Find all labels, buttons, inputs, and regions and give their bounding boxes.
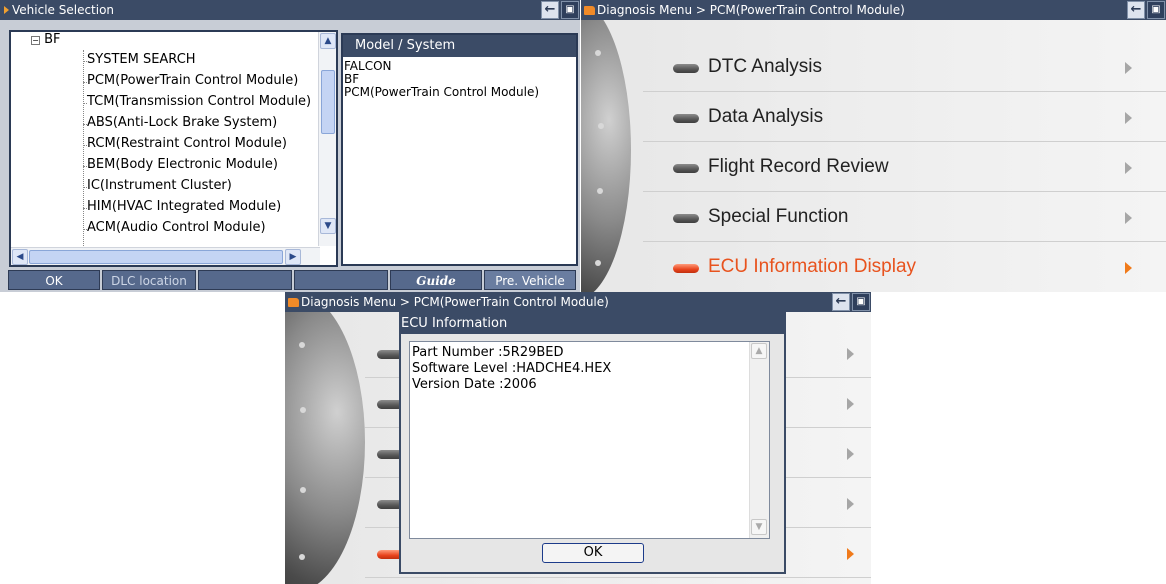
diagnosis-menu-2-titlebar: Diagnosis Menu > PCM(PowerTrain Control … [285,292,871,312]
blank-button-2[interactable] [294,270,388,290]
menu-pill-icon [673,64,699,73]
tree-item[interactable]: RCM(Restraint Control Module) [87,136,287,151]
model-system-box: Model / System FALCON BF PCM(PowerTrain Co… [341,33,578,266]
tree-root[interactable]: − BF [31,32,61,47]
blank-button-1[interactable] [198,270,292,290]
tree-item[interactable]: IC(Instrument Cluster) [87,178,232,193]
ecu-info-line: Software Level :HADCHE4.HEX [412,361,612,376]
menu-item[interactable]: Special Function [643,194,1166,242]
chevron-right-icon [847,498,854,510]
menu-pill-icon [673,164,699,173]
vehicle-selection-title: Vehicle Selection [12,3,115,17]
diagnosis-menu-panel: Diagnosis Menu > PCM(PowerTrain Control … [581,0,1166,292]
menu-item-label: ECU Information Display [708,256,917,277]
model-system-line: PCM(PowerTrain Control Module) [344,85,540,99]
model-system-header: Model / System [343,35,576,57]
scroll-down-icon[interactable]: ▼ [751,519,767,535]
diagnosis-menu-2-title: Diagnosis Menu > PCM(PowerTrain Control … [301,295,609,309]
ecu-info-line: Part Number :5R29BED [412,345,564,360]
ecu-dialog-titlebar: ECU Information [401,314,784,334]
back-button[interactable]: ← [541,1,559,19]
menu-item[interactable]: DTC Analysis [643,44,1166,92]
pre-vehicle-button[interactable]: Pre. Vehicle [484,270,576,290]
tree-horizontal-scrollbar[interactable]: ◀ ▶ [11,247,320,265]
vehicle-tree[interactable]: − BF SYSTEM SEARCH PCM(PowerTrain Control… [9,30,338,267]
ecu-vertical-scrollbar[interactable]: ▲ ▼ [749,342,769,538]
bottom-button-bar: OK DLC location Guide Pre. Vehicle [8,270,580,292]
bullet-dot [299,342,305,348]
menu-item-label: Flight Record Review [708,156,889,177]
tree-item[interactable]: TCM(Transmission Control Module) [87,94,311,109]
scroll-thumb-horizontal[interactable] [29,250,283,264]
tree-vertical-scrollbar[interactable]: ▲ ▼ [318,32,336,246]
tree-item[interactable]: ABS(Anti-Lock Brake System) [87,115,277,130]
menu-item-label: Special Function [708,206,849,227]
collapse-icon[interactable]: − [31,36,40,45]
vehicle-selection-titlebar: Vehicle Selection ← ▣ [0,0,580,20]
guide-button[interactable]: Guide [390,270,482,290]
chevron-right-icon [847,348,854,360]
chevron-right-icon [847,448,854,460]
tree-root-label: BF [44,32,61,47]
menu-item[interactable]: Flight Record Review [643,144,1166,192]
chevron-right-icon [1125,212,1132,224]
bullet-dot [299,554,305,560]
chevron-right-icon [847,548,854,560]
menu-pill-icon [673,214,699,223]
menu-item-label: DTC Analysis [708,56,823,77]
scroll-up-icon[interactable]: ▲ [751,343,767,359]
scroll-thumb[interactable] [321,70,335,134]
menu-item[interactable]: ECU Information Display [643,244,1166,292]
tree-item[interactable]: ACM(Audio Control Module) [87,220,266,235]
scroll-down-icon[interactable]: ▼ [320,218,336,234]
ecu-info-line: Version Date :2006 [412,377,537,392]
scroll-up-icon[interactable]: ▲ [320,33,336,49]
bullet-dot [595,260,601,266]
back-button[interactable]: ← [832,293,850,311]
model-system-line: FALCON [344,59,392,73]
bullet-dot [595,50,601,56]
ecu-information-dialog: ECU Information Part Number :5R29BED Soft… [399,312,786,574]
diagnosis-menu-titlebar: Diagnosis Menu > PCM(PowerTrain Control … [581,0,1166,20]
scroll-left-icon[interactable]: ◀ [12,249,28,265]
tree-item[interactable]: SYSTEM SEARCH [87,52,196,67]
bullet-dot [300,407,306,413]
camera-button[interactable]: ▣ [1147,1,1165,19]
menu-pill-icon [673,114,699,123]
tree-item[interactable]: HIM(HVAC Integrated Module) [87,199,281,214]
menu-item-label: Data Analysis [708,106,824,127]
vehicle-selection-panel: Vehicle Selection ← ▣ − BF SYSTEM SEARCH… [0,0,580,292]
camera-button[interactable]: ▣ [561,1,579,19]
back-button[interactable]: ← [1127,1,1145,19]
menu-item[interactable]: Data Analysis [643,94,1166,142]
arrow-icon [4,6,9,14]
folder-icon [584,6,595,15]
camera-button[interactable]: ▣ [852,293,870,311]
bullet-dot [598,123,604,129]
bullet-dot [300,487,306,493]
chevron-right-icon [1125,112,1132,124]
folder-icon [288,298,299,307]
chevron-right-icon [1125,162,1132,174]
tree-item[interactable]: PCM(PowerTrain Control Module) [87,73,298,88]
dlc-location-button[interactable]: DLC location [102,270,196,290]
chevron-right-icon [847,398,854,410]
menu-pill-icon [673,264,699,273]
scroll-right-icon[interactable]: ▶ [285,249,301,265]
ecu-dialog-title: ECU Information [401,316,508,331]
chevron-right-icon [1125,262,1132,274]
tree-item[interactable]: BEM(Body Electronic Module) [87,157,278,172]
ecu-info-textbox[interactable]: Part Number :5R29BED Software Level :HADC… [409,341,770,539]
ecu-ok-button[interactable]: OK [542,543,644,563]
bullet-dot [597,188,603,194]
ok-button[interactable]: OK [8,270,100,290]
chevron-right-icon [1125,62,1132,74]
diagnosis-menu-title: Diagnosis Menu > PCM(PowerTrain Control … [597,3,905,17]
